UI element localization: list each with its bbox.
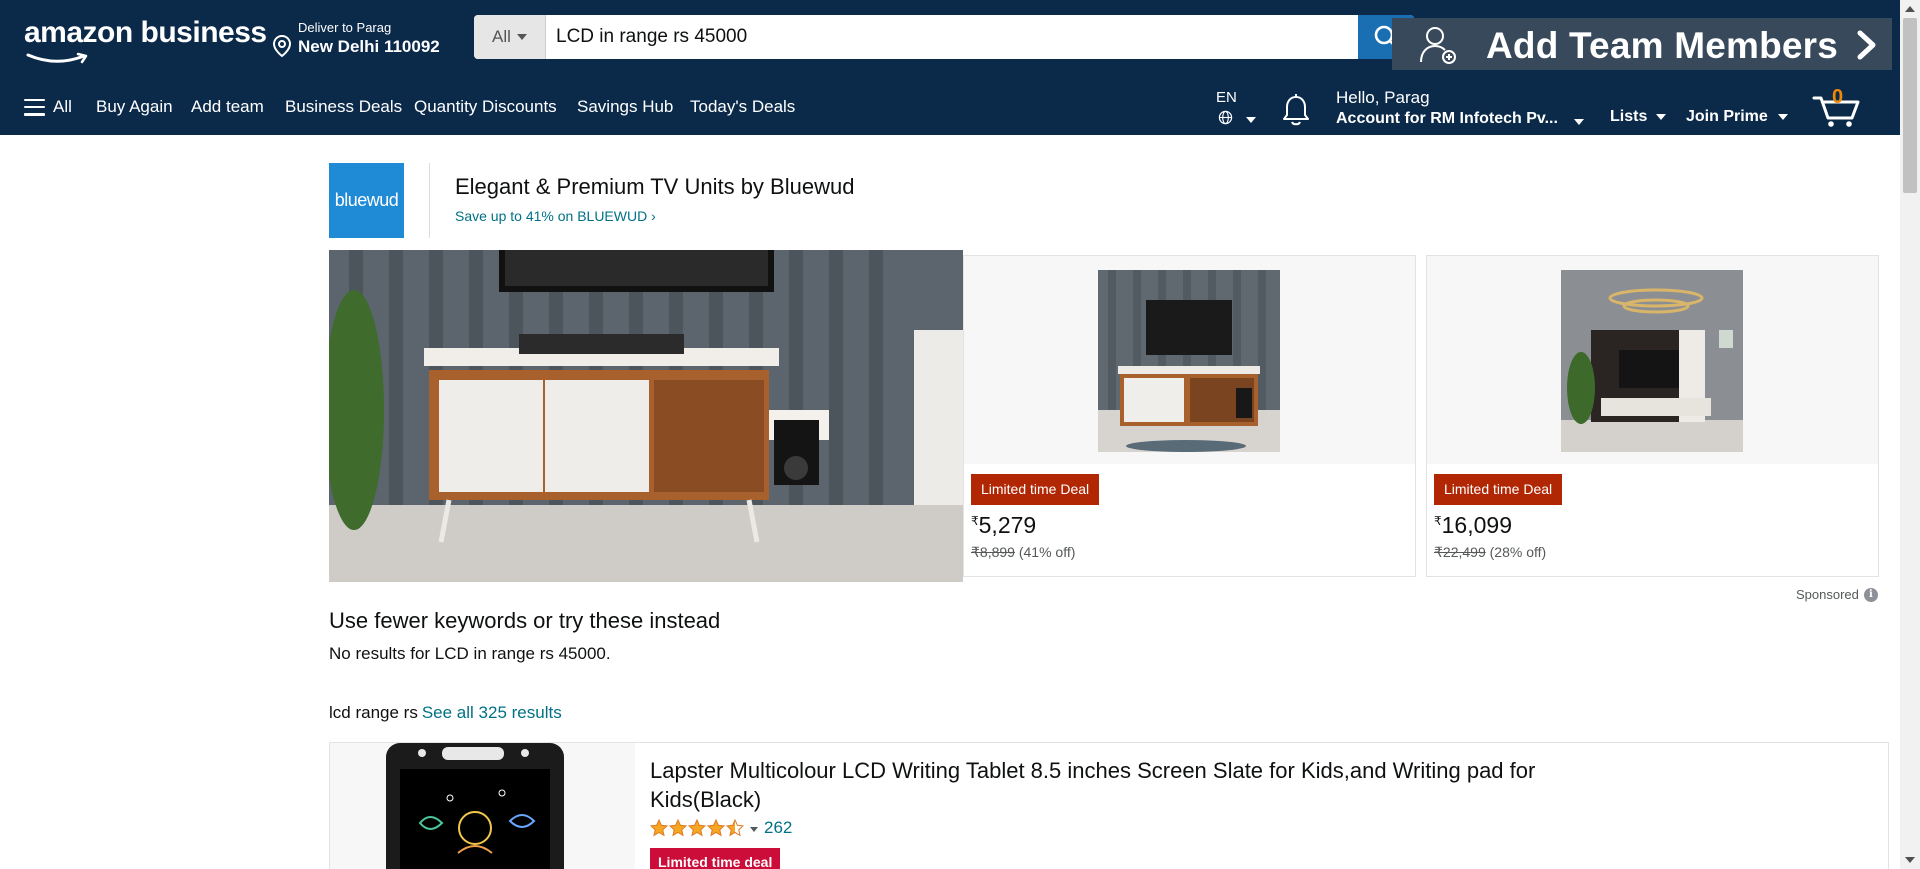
deal-price: ₹5,279 [971, 512, 1036, 539]
discount-percent: (28% off) [1489, 544, 1547, 560]
sponsored-text: Sponsored [1796, 587, 1859, 602]
star-icon [707, 819, 725, 837]
cart-count: 0 [1832, 86, 1844, 108]
logo-text: amazon business [24, 16, 267, 49]
fewer-keywords-heading: Use fewer keywords or try these instead [329, 608, 721, 633]
no-results-text: No results for LCD in range rs 45000. [329, 644, 611, 663]
see-all-results-link[interactable]: See all 325 results [422, 703, 562, 722]
chevron-right-icon [1857, 30, 1876, 60]
search-result-item[interactable]: Lapster Multicolour LCD Writing Tablet 8… [329, 742, 1889, 869]
all-menu-label: All [53, 97, 72, 116]
product-image-area [1427, 256, 1878, 464]
caret-down-icon [1778, 113, 1789, 120]
bluewud-logo-text: bluewud [334, 190, 399, 210]
deliver-line2: New Delhi 110092 [298, 37, 440, 56]
writing-tablet-image [386, 743, 564, 869]
sponsored-product-card[interactable]: Limited time Deal ₹5,279 ₹8,899 (41% off… [963, 255, 1416, 577]
info-icon: i [1863, 587, 1878, 602]
product-image-area [964, 256, 1415, 464]
language-selector[interactable]: EN [1216, 89, 1256, 125]
nav-business-deals[interactable]: Business Deals [285, 97, 402, 117]
related-query: lcd range rs [329, 703, 418, 722]
bluewud-logo[interactable]: bluewud [329, 163, 404, 238]
limited-time-deal-badge: Limited time Deal [971, 474, 1100, 505]
nav-quantity-discounts[interactable]: Quantity Discounts [414, 97, 557, 117]
result-rating[interactable]: 262 [650, 818, 792, 838]
search-category-label: All [492, 27, 511, 46]
language-label: EN [1216, 89, 1237, 106]
page-scrollbar[interactable] [1900, 0, 1920, 869]
nav-bar: All Buy Again Add team Business Deals Qu… [0, 78, 1900, 135]
amazon-business-logo[interactable]: amazon business [24, 16, 267, 64]
strikethrough-price: ₹8,899 [971, 544, 1015, 560]
product-image[interactable] [1561, 270, 1743, 452]
all-menu-button[interactable]: All [24, 97, 72, 117]
nav-savings-hub[interactable]: Savings Hub [577, 97, 673, 117]
star-rating [650, 819, 744, 837]
star-icon [688, 819, 706, 837]
product-image[interactable] [1098, 270, 1280, 452]
limited-time-deal-badge: Limited time deal [650, 848, 781, 869]
tv-unit-image [1098, 270, 1280, 452]
sponsored-brand-title[interactable]: Elegant & Premium TV Units by Bluewud [455, 174, 854, 200]
chevron-down-icon [750, 826, 758, 832]
nav-buy-again[interactable]: Buy Again [96, 97, 173, 117]
search-input[interactable] [556, 15, 1336, 59]
price-value: 16,099 [1441, 512, 1512, 538]
caret-down-icon [1246, 117, 1256, 123]
currency-symbol: ₹ [1434, 514, 1442, 528]
result-image-area[interactable] [330, 743, 635, 869]
join-prime-label: Join Prime [1686, 108, 1768, 125]
add-team-members-text: Add Team Members [1486, 25, 1839, 66]
discount-percent: (41% off) [1018, 544, 1076, 560]
nav-todays-deals[interactable]: Today's Deals [690, 97, 795, 117]
account-menu[interactable]: Hello, Parag Account for RM Infotech Pv.… [1336, 88, 1584, 128]
star-icon [669, 819, 687, 837]
list-price: ₹22,499 (28% off) [1434, 544, 1546, 561]
smile-arrow-icon [26, 52, 88, 64]
caret-down-icon [1574, 119, 1584, 125]
sponsored-brand-link[interactable]: Save up to 41% on BLUEWUD › [455, 208, 656, 224]
brand-divider [429, 163, 430, 238]
sponsored-product-card[interactable]: Limited time Deal ₹16,099 ₹22,499 (28% o… [1426, 255, 1879, 577]
scroll-up-arrow-icon[interactable] [1905, 6, 1915, 12]
star-icon [726, 819, 744, 837]
deliver-line1: Deliver to Parag [298, 20, 392, 35]
limited-time-deal-badge: Limited time Deal [1434, 474, 1563, 505]
notification-bell-icon[interactable] [1280, 93, 1312, 127]
lists-menu[interactable]: Lists [1610, 108, 1666, 126]
add-person-icon [1420, 27, 1456, 64]
top-header: amazon business Deliver to Parag New Del… [0, 0, 1900, 78]
currency-symbol: ₹ [971, 514, 979, 528]
caret-down-icon [516, 34, 527, 40]
search-bar: All [474, 15, 1414, 59]
caret-down-icon [1655, 113, 1666, 120]
scrollbar-thumb[interactable] [1903, 18, 1917, 193]
account-name: Account for RM Infotech Pv... [1336, 110, 1558, 127]
globe-icon [1218, 110, 1233, 125]
add-team-members-banner[interactable]: Add Team Members [1392, 18, 1892, 70]
scroll-down-arrow-icon[interactable] [1905, 857, 1915, 863]
result-title[interactable]: Lapster Multicolour LCD Writing Tablet 8… [650, 756, 1550, 814]
account-greeting: Hello, Parag [1336, 88, 1430, 107]
hamburger-icon [24, 98, 45, 116]
join-prime-menu[interactable]: Join Prime [1686, 108, 1789, 126]
star-icon [650, 819, 668, 837]
search-category-select[interactable]: All [474, 15, 546, 59]
related-search: lcd range rs See all 325 results [329, 703, 562, 723]
list-price: ₹8,899 (41% off) [971, 544, 1075, 561]
sponsored-label[interactable]: Sponsored i [1796, 587, 1878, 602]
sponsored-hero-image[interactable] [329, 250, 963, 582]
location-pin-icon [272, 34, 292, 58]
price-value: 5,279 [978, 512, 1037, 538]
lists-label: Lists [1610, 108, 1648, 125]
strikethrough-price: ₹22,499 [1434, 544, 1486, 560]
tv-wall-unit-image [1561, 270, 1743, 452]
deal-price: ₹16,099 [1434, 512, 1512, 539]
review-count[interactable]: 262 [764, 818, 792, 838]
tv-unit-lifestyle-image [329, 250, 963, 582]
nav-add-team[interactable]: Add team [191, 97, 264, 117]
